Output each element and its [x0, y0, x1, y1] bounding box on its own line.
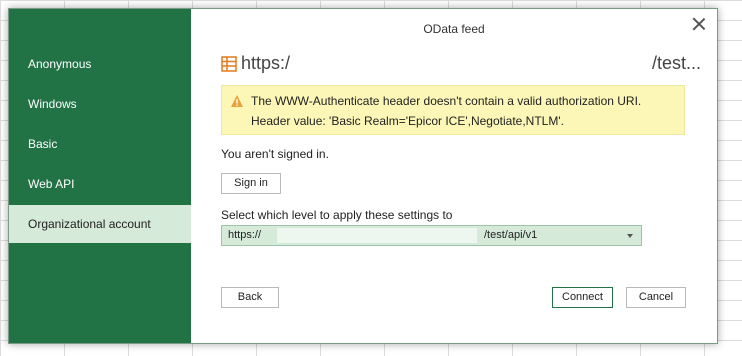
sidebar-item-organizational-account[interactable]: Organizational account: [9, 205, 191, 243]
chevron-down-icon[interactable]: [627, 234, 633, 238]
dialog-title: OData feed: [423, 22, 485, 36]
auth-sidebar: Anonymous Windows Basic Web API Organiza…: [9, 9, 191, 343]
cancel-button[interactable]: Cancel: [626, 287, 686, 308]
odata-feed-icon: [221, 56, 237, 72]
sign-in-button[interactable]: Sign in: [221, 173, 281, 194]
sign-in-status: You aren't signed in.: [221, 147, 329, 161]
warning-header-value: Header value: 'Basic Realm='Epicor ICE',…: [251, 114, 564, 128]
feed-url: https:/ /test...: [221, 53, 701, 77]
feed-url-suffix: /test...: [651, 53, 701, 73]
level-select[interactable]: https:// /test/api/v1: [221, 225, 642, 246]
level-label: Select which level to apply these settin…: [221, 208, 453, 222]
redaction-mask: [277, 228, 477, 243]
close-icon[interactable]: [691, 16, 707, 32]
warning-icon: [231, 95, 243, 107]
connect-button[interactable]: Connect: [552, 287, 613, 308]
feed-url-prefix: https:/: [241, 53, 291, 73]
odata-feed-dialog: Anonymous Windows Basic Web API Organiza…: [8, 8, 718, 344]
sidebar-item-basic[interactable]: Basic: [9, 125, 191, 163]
warning-message: The WWW-Authenticate header doesn't cont…: [251, 94, 642, 108]
sidebar-item-anonymous[interactable]: Anonymous: [9, 45, 191, 83]
back-button[interactable]: Back: [221, 287, 279, 308]
warning-banner: The WWW-Authenticate header doesn't cont…: [221, 85, 685, 135]
sidebar-item-web-api[interactable]: Web API: [9, 165, 191, 203]
level-value-suffix: /test/api/v1: [484, 229, 538, 241]
level-value-prefix: https://: [228, 229, 262, 241]
sidebar-item-windows[interactable]: Windows: [9, 85, 191, 123]
